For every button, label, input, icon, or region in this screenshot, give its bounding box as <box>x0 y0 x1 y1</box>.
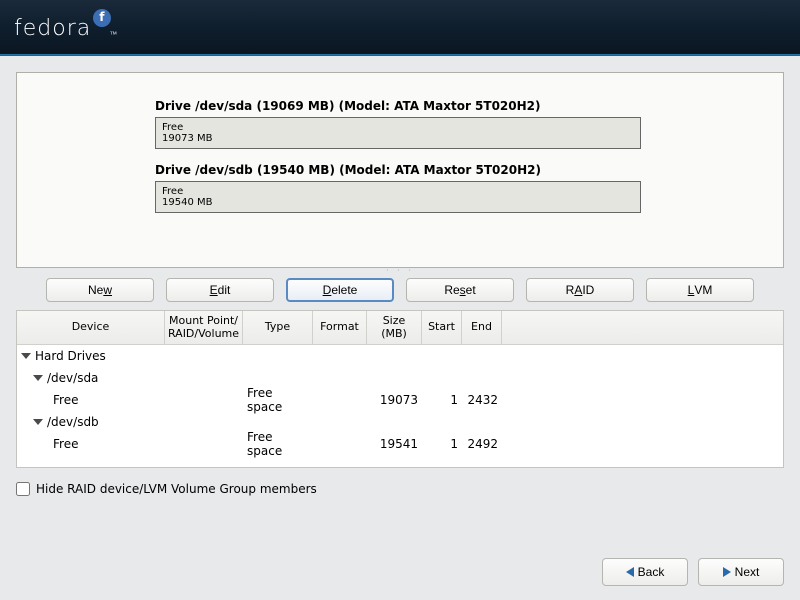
chevron-down-icon[interactable] <box>33 375 43 381</box>
fedora-logo: fedora ™ <box>14 16 120 41</box>
drive-block-sda: Drive /dev/sda (19069 MB) (Model: ATA Ma… <box>155 99 763 149</box>
col-size[interactable]: Size (MB) <box>367 311 422 344</box>
logo-text: fedora <box>14 16 91 41</box>
cell-type: Free space <box>243 430 313 458</box>
row-label: Hard Drives <box>35 349 106 363</box>
drive-free-label: Free <box>162 186 634 197</box>
cell-size: 19541 <box>367 437 422 451</box>
toolbar: New Edit Delete Reset RAID LVM <box>16 278 784 302</box>
row-label: Free <box>53 437 78 451</box>
table-row-sda[interactable]: /dev/sda <box>17 367 783 389</box>
col-type[interactable]: Type <box>243 311 313 344</box>
col-mount[interactable]: Mount Point/ RAID/Volume <box>165 311 243 344</box>
row-label: /dev/sda <box>47 371 98 385</box>
trademark: ™ <box>109 30 118 39</box>
drives-panel: Drive /dev/sda (19069 MB) (Model: ATA Ma… <box>16 72 784 268</box>
drive-title: Drive /dev/sda (19069 MB) (Model: ATA Ma… <box>155 99 763 113</box>
col-end[interactable]: End <box>462 311 502 344</box>
drive-bar[interactable]: Free 19073 MB <box>155 117 641 149</box>
header-banner: fedora ™ <box>0 0 800 56</box>
drive-title: Drive /dev/sdb (19540 MB) (Model: ATA Ma… <box>155 163 763 177</box>
table-header: Device Mount Point/ RAID/Volume Type For… <box>17 311 783 345</box>
table-row[interactable]: Free Free space 19541 1 2492 <box>17 433 783 455</box>
raid-button[interactable]: RAID <box>526 278 634 302</box>
cell-start: 1 <box>422 393 462 407</box>
drive-free-size: 19073 MB <box>162 133 634 144</box>
table-row-sdb[interactable]: /dev/sdb <box>17 411 783 433</box>
table-body: Hard Drives /dev/sda Free Free space 190… <box>17 345 783 455</box>
row-label: Free <box>53 393 78 407</box>
lvm-button[interactable]: LVM <box>646 278 754 302</box>
hide-raid-checkbox[interactable] <box>16 482 30 496</box>
cell-type: Free space <box>243 386 313 414</box>
drive-free-label: Free <box>162 122 634 133</box>
partition-table: Device Mount Point/ RAID/Volume Type For… <box>16 310 784 468</box>
edit-button[interactable]: Edit <box>166 278 274 302</box>
nav-row: Back Next <box>602 558 784 586</box>
drive-bar[interactable]: Free 19540 MB <box>155 181 641 213</box>
col-start[interactable]: Start <box>422 311 462 344</box>
hide-raid-checkbox-label[interactable]: Hide RAID device/LVM Volume Group member… <box>16 482 784 496</box>
hide-raid-text: Hide RAID device/LVM Volume Group member… <box>36 482 317 496</box>
cell-start: 1 <box>422 437 462 451</box>
next-button[interactable]: Next <box>698 558 784 586</box>
chevron-down-icon[interactable] <box>21 353 31 359</box>
arrow-left-icon <box>626 567 634 577</box>
fedora-bubble-icon <box>93 9 111 27</box>
new-button[interactable]: New <box>46 278 154 302</box>
col-device[interactable]: Device <box>17 311 165 344</box>
back-button[interactable]: Back <box>602 558 688 586</box>
table-row-root[interactable]: Hard Drives <box>17 345 783 367</box>
cell-end: 2432 <box>462 393 502 407</box>
delete-button[interactable]: Delete <box>286 278 394 302</box>
col-rest <box>502 311 783 344</box>
reset-button[interactable]: Reset <box>406 278 514 302</box>
drive-free-size: 19540 MB <box>162 197 634 208</box>
chevron-down-icon[interactable] <box>33 419 43 425</box>
table-row[interactable]: Free Free space 19073 1 2432 <box>17 389 783 411</box>
content-area: Drive /dev/sda (19069 MB) (Model: ATA Ma… <box>0 56 800 512</box>
drive-block-sdb: Drive /dev/sdb (19540 MB) (Model: ATA Ma… <box>155 163 763 213</box>
cell-end: 2492 <box>462 437 502 451</box>
arrow-right-icon <box>723 567 731 577</box>
col-format[interactable]: Format <box>313 311 367 344</box>
cell-size: 19073 <box>367 393 422 407</box>
row-label: /dev/sdb <box>47 415 99 429</box>
